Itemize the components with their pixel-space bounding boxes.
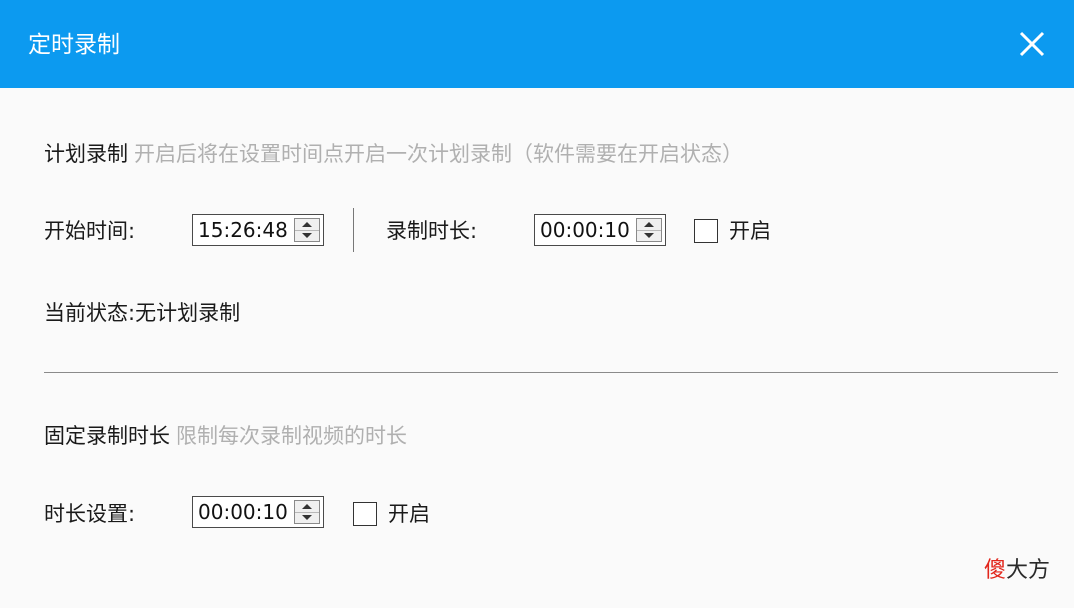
- close-button[interactable]: [1012, 24, 1052, 64]
- start-time-value[interactable]: 15:26:48: [198, 217, 288, 243]
- fixed-duration-value[interactable]: 00:00:10: [198, 499, 288, 525]
- vertical-divider: [353, 208, 354, 252]
- watermark: 傻大方: [984, 557, 1050, 585]
- scheduled-section-hint: 开启后将在设置时间点开启一次计划录制（软件需要在开启状态）: [134, 142, 743, 166]
- record-duration-label: 录制时长:: [386, 219, 478, 243]
- watermark-red-char: 傻: [984, 558, 1007, 583]
- fixed-section-title: 固定录制时长: [44, 424, 170, 448]
- record-duration-spin-arrows: [636, 218, 662, 242]
- scheduled-enable-checkbox[interactable]: [694, 219, 718, 243]
- fixed-duration-spin-arrows: [294, 500, 320, 524]
- title-bar: 定时录制: [0, 0, 1074, 88]
- fixed-enable-label[interactable]: 开启: [388, 500, 430, 528]
- fixed-duration-spinbox[interactable]: 00:00:10: [192, 496, 324, 528]
- start-time-spin-arrows: [294, 218, 320, 242]
- record-duration-value[interactable]: 00:00:10: [540, 217, 630, 243]
- start-time-decrement-button[interactable]: [295, 230, 319, 241]
- scheduled-section-header: 计划录制 开启后将在设置时间点开启一次计划录制（软件需要在开启状态）: [44, 140, 743, 168]
- current-status-label: 当前状态:: [44, 301, 136, 325]
- dialog-body: 计划录制 开启后将在设置时间点开启一次计划录制（软件需要在开启状态） 开始时间: …: [0, 88, 1074, 608]
- start-time-label: 开始时间:: [44, 219, 136, 243]
- section-divider: [44, 372, 1058, 373]
- fixed-duration-label: 时长设置:: [44, 502, 136, 526]
- fixed-enable-checkbox[interactable]: [353, 502, 377, 526]
- scheduled-enable-label[interactable]: 开启: [729, 217, 771, 245]
- record-duration-spinbox[interactable]: 00:00:10: [534, 214, 666, 246]
- record-duration-decrement-button[interactable]: [637, 230, 661, 241]
- scheduled-section-title: 计划录制: [44, 142, 128, 166]
- window-title: 定时录制: [28, 32, 120, 58]
- fixed-section-hint: 限制每次录制视频的时长: [176, 424, 407, 448]
- watermark-text: 大方: [1006, 558, 1051, 583]
- current-status-value: 无计划录制: [135, 301, 241, 325]
- close-icon: [1019, 31, 1045, 57]
- fixed-duration-decrement-button[interactable]: [295, 512, 319, 523]
- start-time-spinbox[interactable]: 15:26:48: [192, 214, 324, 246]
- fixed-section-header: 固定录制时长 限制每次录制视频的时长: [44, 422, 407, 450]
- current-status: 当前状态:无计划录制: [44, 299, 240, 327]
